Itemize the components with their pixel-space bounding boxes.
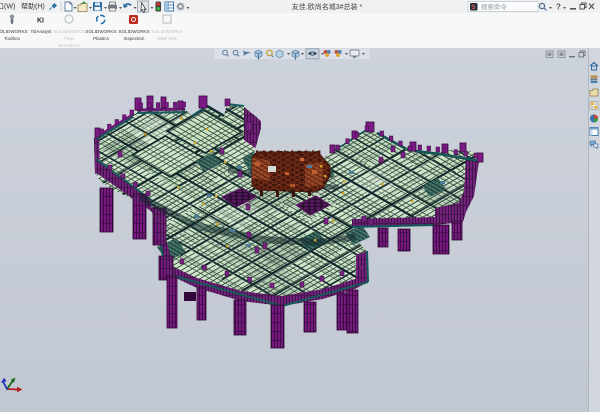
svg-text:SOLIDWORKS: SOLIDWORKS <box>53 29 84 34</box>
svg-text:SOLIDWORKS: SOLIDWORKS <box>0 29 28 34</box>
svg-text:KI: KI <box>37 18 44 25</box>
svg-text:帮助(H): 帮助(H) <box>21 2 45 11</box>
svg-text:SOLIDWORKS: SOLIDWORKS <box>118 29 149 34</box>
svg-text:Simulation: Simulation <box>58 43 80 48</box>
svg-text:Plastics: Plastics <box>93 36 110 41</box>
svg-text:Flow: Flow <box>64 36 74 41</box>
svg-text:S: S <box>471 4 476 11</box>
svg-text:?: ? <box>556 3 561 12</box>
svg-text:友佳.欧尚名城3#总装 *: 友佳.欧尚名城3#总装 * <box>292 2 363 11</box>
svg-text:口(W): 口(W) <box>0 3 15 11</box>
svg-text:TolAnalyst: TolAnalyst <box>31 29 53 34</box>
svg-text:Inspection: Inspection <box>124 36 145 41</box>
svg-text:Toolbox: Toolbox <box>4 36 21 41</box>
svg-text:SOLIDWORKS: SOLIDWORKS <box>85 29 116 34</box>
svg-text:搜索命令: 搜索命令 <box>481 2 508 11</box>
svg-text:MBD SNL: MBD SNL <box>157 36 178 41</box>
svg-text:SOLIDWORKS: SOLIDWORKS <box>151 29 182 34</box>
